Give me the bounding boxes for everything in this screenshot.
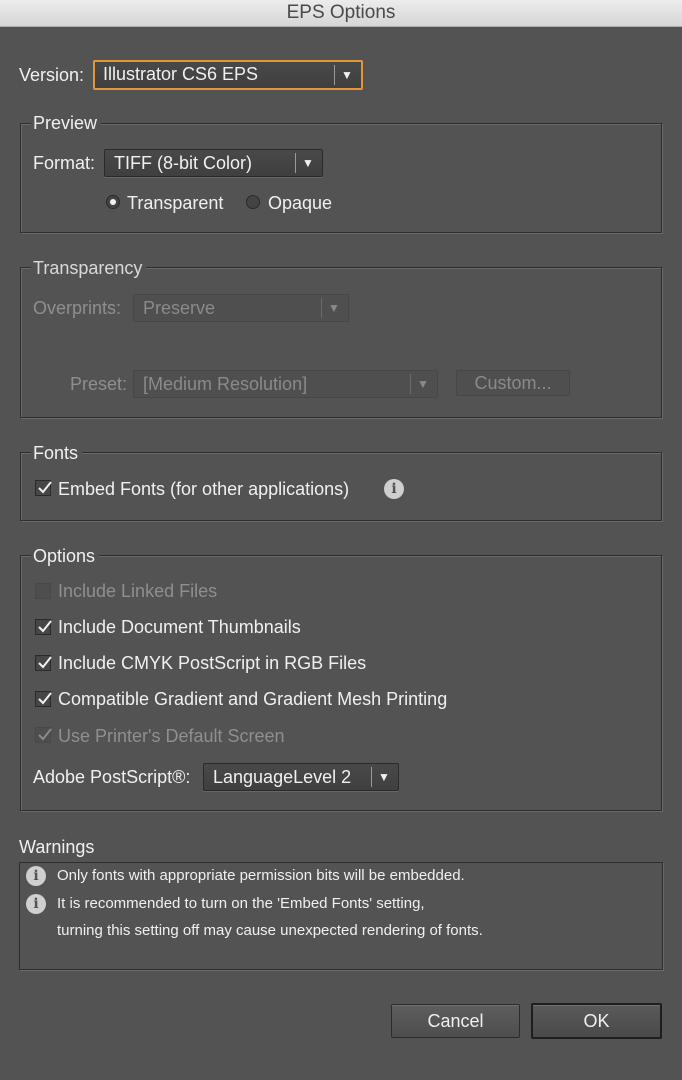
version-dropdown[interactable]: Illustrator CS6 EPS ▼ (93, 60, 363, 90)
include-thumbnails-label[interactable]: Include Document Thumbnails (58, 617, 301, 638)
include-linked-files-label[interactable]: Include Linked Files (58, 581, 217, 602)
preset-dropdown[interactable]: [Medium Resolution] ▼ (133, 370, 438, 398)
ok-button[interactable]: OK (531, 1003, 662, 1039)
format-label: Format: (33, 153, 96, 173)
preview-group (20, 123, 662, 233)
format-value: TIFF (8-bit Color) (114, 153, 253, 173)
warning-line-3: turning this setting off may cause unexp… (57, 922, 483, 939)
overprints-dropdown[interactable]: Preserve ▼ (133, 294, 349, 322)
window-title: EPS Options (0, 0, 682, 27)
include-cmyk-postscript-label[interactable]: Include CMYK PostScript in RGB Files (58, 653, 366, 674)
postscript-dropdown[interactable]: LanguageLevel 2 ▼ (203, 763, 399, 791)
checkmark-icon (38, 692, 52, 705)
embed-fonts-checkbox[interactable] (35, 480, 52, 496)
postscript-value: LanguageLevel 2 (213, 767, 352, 787)
preset-label: Preset: (70, 374, 128, 394)
warnings-label: Warnings (19, 837, 95, 857)
use-printer-default-screen-checkbox[interactable] (35, 727, 52, 743)
info-icon: i (26, 866, 46, 886)
preset-value: [Medium Resolution] (143, 374, 308, 394)
compatible-gradient-checkbox[interactable] (35, 691, 52, 707)
warning-line-2: It is recommended to turn on the 'Embed … (57, 895, 425, 912)
transparency-legend: Transparency (31, 258, 147, 279)
include-thumbnails-checkbox[interactable] (35, 619, 52, 635)
eps-options-dialog: EPS Options Version: Illustrator CS6 EPS… (0, 0, 682, 1080)
opaque-radio[interactable] (246, 195, 260, 209)
checkmark-icon (38, 481, 52, 494)
chevron-down-icon: ▼ (417, 377, 429, 391)
options-legend: Options (31, 546, 100, 567)
overprints-label: Overprints: (33, 298, 122, 318)
chevron-down-icon: ▼ (302, 156, 314, 170)
transparent-radio-label[interactable]: Transparent (127, 193, 223, 214)
include-cmyk-postscript-checkbox[interactable] (35, 655, 52, 671)
compatible-gradient-label[interactable]: Compatible Gradient and Gradient Mesh Pr… (58, 689, 447, 710)
fonts-legend: Fonts (31, 443, 83, 464)
checkmark-icon (38, 656, 52, 669)
checkmark-icon (38, 620, 52, 633)
include-linked-files-checkbox[interactable] (35, 583, 51, 599)
info-icon: i (26, 894, 46, 914)
opaque-radio-label[interactable]: Opaque (268, 193, 332, 214)
custom-button[interactable]: Custom... (456, 370, 570, 396)
embed-fonts-label[interactable]: Embed Fonts (for other applications) (58, 479, 349, 500)
chevron-down-icon: ▼ (328, 301, 340, 315)
checkmark-icon (38, 728, 52, 741)
chevron-down-icon: ▼ (378, 770, 390, 784)
transparent-radio[interactable] (106, 195, 120, 209)
version-value: Illustrator CS6 EPS (103, 64, 259, 84)
chevron-down-icon: ▼ (341, 68, 353, 82)
postscript-label: Adobe PostScript®: (33, 767, 191, 787)
format-dropdown[interactable]: TIFF (8-bit Color) ▼ (104, 149, 323, 177)
warning-line-1: Only fonts with appropriate permission b… (57, 867, 465, 884)
overprints-value: Preserve (143, 298, 216, 318)
cancel-button[interactable]: Cancel (391, 1004, 520, 1038)
use-printer-default-screen-label[interactable]: Use Printer's Default Screen (58, 726, 285, 747)
info-icon[interactable]: i (384, 479, 404, 499)
version-label: Version: (19, 65, 85, 85)
preview-legend: Preview (31, 113, 102, 134)
